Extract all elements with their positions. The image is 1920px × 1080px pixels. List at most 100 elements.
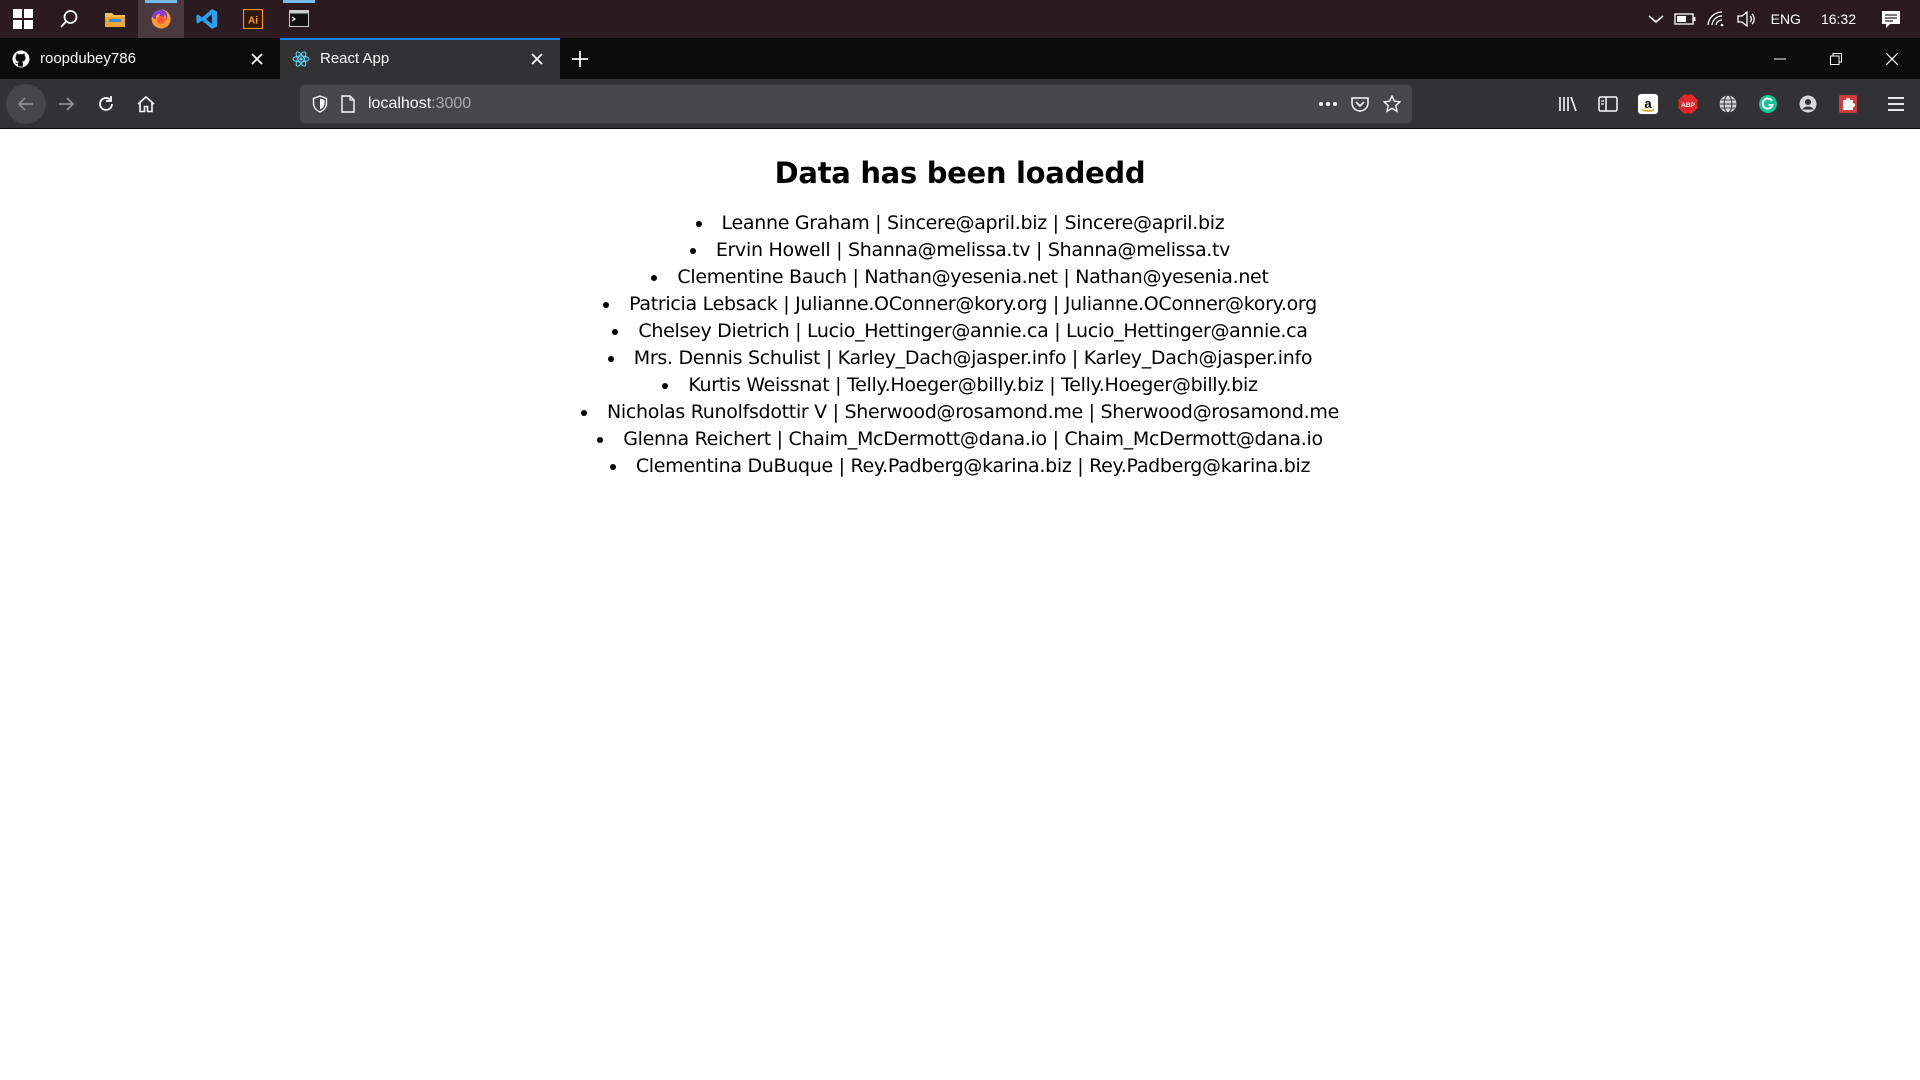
list-item: Clementina DuBuque | Rey.Padberg@karina.… xyxy=(0,453,1920,480)
globe-icon xyxy=(1719,95,1737,113)
account-button[interactable] xyxy=(1788,84,1828,124)
svg-text:ABP: ABP xyxy=(1681,102,1695,109)
library-button[interactable] xyxy=(1548,84,1588,124)
bookmark-star-button[interactable] xyxy=(1378,90,1406,118)
arrow-left-icon xyxy=(17,96,33,111)
tray-volume[interactable] xyxy=(1731,0,1761,38)
restore-icon xyxy=(1830,52,1842,65)
chevron-up-icon xyxy=(1648,15,1664,23)
url-port: :3000 xyxy=(431,95,472,112)
reload-icon xyxy=(99,95,113,111)
speaker-icon xyxy=(1736,11,1755,27)
home-icon xyxy=(137,95,155,112)
vscode-icon xyxy=(196,9,217,29)
menu-button[interactable] xyxy=(1876,84,1916,124)
address-bar[interactable]: localhost:3000 xyxy=(300,85,1412,123)
folder-icon xyxy=(105,13,125,27)
user-list: Leanne Graham | Sincere@april.biz | Sinc… xyxy=(0,210,1920,480)
page-content: Data has been loadedd Leanne Graham | Si… xyxy=(0,130,1920,1080)
minimize-icon xyxy=(1774,58,1786,59)
list-item: Mrs. Dennis Schulist | Karley_Dach@jaspe… xyxy=(0,345,1920,372)
list-item: Nicholas Runolfsdottir V | Sherwood@rosa… xyxy=(0,399,1920,426)
close-icon xyxy=(1886,52,1898,65)
restore-button[interactable] xyxy=(1808,38,1864,79)
tab-title: roopdubey786 xyxy=(40,50,136,67)
back-button[interactable] xyxy=(6,83,46,124)
close-icon xyxy=(531,52,543,65)
reload-button[interactable] xyxy=(86,84,126,124)
adblock-plus-button[interactable]: ABP xyxy=(1668,84,1708,124)
illustrator-icon: Ai xyxy=(243,9,263,29)
terminal-icon xyxy=(289,10,309,27)
url-host: localhost xyxy=(368,95,432,112)
page-heading: Data has been loadedd xyxy=(774,156,1146,190)
tab-react-app[interactable]: React App xyxy=(280,38,560,79)
svg-text:Ai: Ai xyxy=(248,16,258,27)
tray-language[interactable]: ENG xyxy=(1761,0,1811,38)
react-icon xyxy=(292,50,310,68)
svg-text:a: a xyxy=(1644,96,1652,111)
close-window-button[interactable] xyxy=(1864,38,1920,79)
tray-clock[interactable]: 16:32 xyxy=(1811,0,1866,38)
pocket-button[interactable] xyxy=(1346,90,1374,118)
list-item: Leanne Graham | Sincere@april.biz | Sinc… xyxy=(0,210,1920,237)
sidebar-icon xyxy=(1598,96,1618,112)
tray-battery[interactable] xyxy=(1669,0,1701,38)
forward-button[interactable] xyxy=(46,84,86,124)
close-icon xyxy=(251,52,263,65)
notification-icon xyxy=(1882,11,1900,28)
windows-logo-icon xyxy=(13,9,33,29)
amazon-icon: a xyxy=(1638,94,1658,114)
pocket-icon xyxy=(1351,97,1369,112)
list-item: Chelsey Dietrich | Lucio_Hettinger@annie… xyxy=(0,318,1920,345)
library-icon xyxy=(1559,96,1577,112)
tab-github[interactable]: roopdubey786 xyxy=(0,38,280,79)
new-tab-button[interactable] xyxy=(560,38,600,79)
react-devtools-button[interactable] xyxy=(1828,84,1868,124)
minimize-button[interactable] xyxy=(1752,38,1808,79)
firefox-icon xyxy=(151,9,171,29)
more-dots-icon xyxy=(1319,102,1337,106)
tray-notifications[interactable] xyxy=(1876,0,1906,38)
page-actions-button[interactable] xyxy=(1314,90,1342,118)
list-item: Kurtis Weissnat | Telly.Hoeger@billy.biz… xyxy=(0,372,1920,399)
tray-network[interactable] xyxy=(1701,0,1731,38)
hamburger-menu-icon xyxy=(1888,97,1904,111)
tab-title: React App xyxy=(320,50,390,67)
account-icon xyxy=(1799,95,1817,113)
home-button[interactable] xyxy=(126,84,166,124)
github-icon xyxy=(12,50,30,68)
list-item: Patricia Lebsack | Julianne.OConner@kory… xyxy=(0,291,1920,318)
tracking-protection-shield-icon[interactable] xyxy=(306,90,334,118)
url-text[interactable]: localhost:3000 xyxy=(368,95,1314,113)
taskbar-terminal[interactable] xyxy=(276,0,322,38)
close-tab-button[interactable] xyxy=(526,48,548,70)
battery-icon xyxy=(1673,13,1696,25)
grammarly-icon xyxy=(1759,95,1777,113)
grammarly-button[interactable] xyxy=(1748,84,1788,124)
wifi-icon xyxy=(1706,11,1723,27)
amazon-extension-button[interactable]: a xyxy=(1628,84,1668,124)
taskbar-search-button[interactable] xyxy=(46,0,92,38)
start-button[interactable] xyxy=(0,0,46,38)
taskbar-illustrator[interactable]: Ai xyxy=(230,0,276,38)
plus-icon xyxy=(572,50,588,67)
search-icon xyxy=(60,10,78,28)
close-tab-button[interactable] xyxy=(246,48,268,70)
list-item: Clementine Bauch | Nathan@yesenia.net | … xyxy=(0,264,1920,291)
browser-navigation-bar: localhost:3000 a ABP xyxy=(0,79,1920,129)
windows-taskbar: Ai ENG 16:32 xyxy=(0,0,1920,38)
translate-extension-button[interactable] xyxy=(1708,84,1748,124)
tray-overflow-button[interactable] xyxy=(1643,0,1669,38)
page-info-icon[interactable] xyxy=(334,90,362,118)
adblock-plus-icon: ABP xyxy=(1678,94,1698,114)
list-item: Ervin Howell | Shanna@melissa.tv | Shann… xyxy=(0,237,1920,264)
taskbar-file-explorer[interactable] xyxy=(92,0,138,38)
star-icon xyxy=(1383,95,1401,113)
taskbar-firefox[interactable] xyxy=(138,0,184,38)
extension-puzzle-icon xyxy=(1839,95,1857,113)
arrow-right-icon xyxy=(59,96,75,111)
taskbar-vscode[interactable] xyxy=(184,0,230,38)
sidebar-toggle-button[interactable] xyxy=(1588,84,1628,124)
browser-tab-strip: roopdubey786 React App xyxy=(0,38,1920,79)
